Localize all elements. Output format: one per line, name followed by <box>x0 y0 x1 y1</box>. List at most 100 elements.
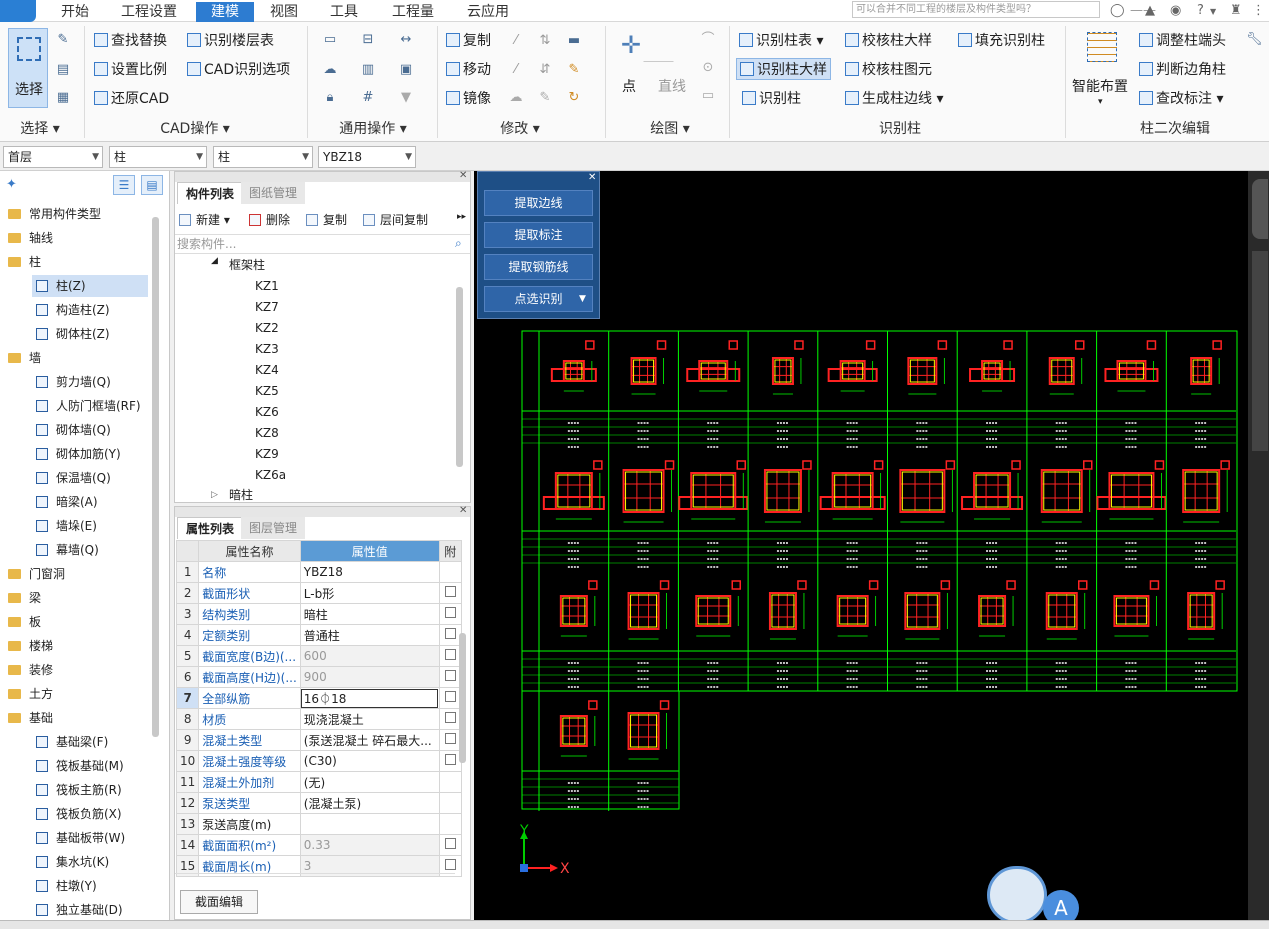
shirt-icon[interactable]: ♜ <box>1230 3 1242 18</box>
extract-edge-button[interactable]: 提取边线 <box>484 190 593 216</box>
tree-item[interactable]: 柱墩(Y) <box>32 875 148 897</box>
attach-checkbox[interactable] <box>438 687 462 709</box>
checkbox[interactable] <box>444 754 456 765</box>
tree-category[interactable]: 常用构件类型 <box>8 203 101 225</box>
section-edit-button[interactable]: 截面编辑 <box>180 890 258 914</box>
tree-item[interactable]: 基础梁(F) <box>32 731 148 753</box>
checkbox[interactable] <box>444 586 456 597</box>
component-item[interactable]: KZ6a <box>255 465 286 486</box>
attribute-value[interactable]: 900 <box>299 666 440 688</box>
menu-view[interactable]: 视图 <box>262 2 306 22</box>
attach-checkbox[interactable] <box>438 666 462 688</box>
save-icon[interactable]: ▬ <box>566 33 582 49</box>
attribute-value[interactable]: 16⏀18 <box>299 687 440 709</box>
smart-layout-button[interactable]: 智能布置 <box>1072 76 1128 98</box>
identify-column-button[interactable]: 识别柱 <box>742 88 801 110</box>
tree-item[interactable]: 筏板基础(M) <box>32 755 148 777</box>
component-select[interactable]: YBZ18 ▼ <box>318 146 416 168</box>
component-item[interactable]: KZ6 <box>255 402 279 423</box>
tree-category[interactable]: 门窗洞 <box>8 563 65 585</box>
pin-icon[interactable]: ✦ <box>6 177 17 192</box>
cloud-icon[interactable]: ☁ <box>322 62 338 78</box>
help-dropdown-icon[interactable]: ▼ <box>1210 7 1216 16</box>
more-icon[interactable]: ⋮ <box>1252 3 1265 18</box>
brush-icon[interactable]: ✎ <box>566 62 582 78</box>
copy-button[interactable]: 复制 <box>446 30 491 52</box>
component-item[interactable]: KZ2 <box>255 318 279 339</box>
list-view-icon[interactable]: ☰ <box>113 175 135 195</box>
component-item[interactable]: KZ4 <box>255 360 279 381</box>
floor-select[interactable]: 首层 ▼ <box>3 146 103 168</box>
line-button[interactable]: 直线 <box>658 76 686 98</box>
component-item[interactable]: KZ8 <box>255 423 279 444</box>
close-icon[interactable]: ✕ <box>459 505 467 516</box>
detail-view-icon[interactable]: ▤ <box>141 175 163 195</box>
attribute-scrollbar[interactable] <box>459 633 466 763</box>
collapse-icon[interactable]: ◢ <box>211 256 218 266</box>
group-frame-column[interactable]: 框架柱 <box>229 255 265 275</box>
column-icon[interactable]: ▥ <box>360 62 376 78</box>
menu-tools[interactable]: 工具 <box>322 2 366 22</box>
tree-item[interactable]: 集水坑(K) <box>32 851 148 873</box>
judge-corner-column-button[interactable]: 判断边角柱 <box>1139 59 1226 81</box>
point-identify-button[interactable]: 点选识别 ▼ <box>484 286 593 312</box>
attribute-value[interactable]: (泵送混凝土 碎石最大... <box>299 729 440 751</box>
attribute-row[interactable]: 6 截面高度(H边)(... 900 <box>175 666 462 688</box>
smart-layout-dropdown-icon[interactable]: ▾ <box>1098 97 1103 107</box>
attribute-row[interactable]: 10 混凝土强度等级 (C30) <box>175 750 462 772</box>
tree-item[interactable]: 砌体柱(Z) <box>32 323 148 345</box>
attach-checkbox[interactable] <box>438 771 462 793</box>
attribute-row[interactable]: 8 材质 现浇混凝土 <box>175 708 462 730</box>
extract-rebar-button[interactable]: 提取钢筋线 <box>484 254 593 280</box>
menu-quantity[interactable]: 工程量 <box>382 2 444 22</box>
select-button[interactable]: 选择 <box>8 28 48 108</box>
user-icon[interactable]: ◯ <box>1110 3 1125 18</box>
modify-annotation-button[interactable]: 查改标注 ▾ <box>1139 88 1223 110</box>
component-item[interactable]: KZ9 <box>255 444 279 465</box>
tree-item[interactable]: 柱(Z) <box>32 275 148 297</box>
property-list-icon[interactable]: ▦ <box>55 90 71 106</box>
tree-item[interactable]: 砌体加筋(Y) <box>32 443 148 465</box>
pick-icon[interactable]: ✎ <box>55 32 71 48</box>
tree-category[interactable]: 梁 <box>8 587 41 609</box>
tree-item[interactable]: 基础板带(W) <box>32 827 148 849</box>
merge-icon[interactable]: ⇵ <box>537 62 553 78</box>
edit-icon[interactable]: ✎ <box>537 90 553 106</box>
navigation-strip[interactable] <box>1248 171 1269 921</box>
grid-icon[interactable]: # <box>360 90 376 106</box>
rotate-icon[interactable]: ↻ <box>566 90 582 106</box>
group-modify-label[interactable]: 修改 ▾ <box>470 118 570 138</box>
tree-item[interactable]: 构造柱(Z) <box>32 299 148 321</box>
circle-icon[interactable]: ⊙ <box>700 60 716 76</box>
attribute-value[interactable]: L-b形 <box>299 582 440 604</box>
tree-category[interactable]: 柱 <box>8 251 41 273</box>
attribute-value[interactable]: (无) <box>299 771 440 793</box>
horizontal-scrollbar[interactable] <box>175 873 455 883</box>
filter-list-icon[interactable]: ▤ <box>55 62 71 78</box>
wrench-icon[interactable]: 🔧︎ <box>1246 32 1263 48</box>
rect-icon[interactable]: ▭ <box>700 88 716 104</box>
attribute-row[interactable]: 7 全部纵筋 16⏀18 <box>175 687 462 709</box>
attach-checkbox[interactable] <box>438 645 462 667</box>
check-column-element-button[interactable]: 校核柱图元 <box>845 59 932 81</box>
close-icon[interactable]: ✕ <box>588 172 596 183</box>
tree-item[interactable]: 墙垛(E) <box>32 515 148 537</box>
check-column-detail-button[interactable]: 校核柱大样 <box>845 30 932 52</box>
checkbox[interactable] <box>444 712 456 723</box>
checkbox[interactable] <box>444 691 456 702</box>
checkbox[interactable] <box>444 733 456 744</box>
lock-icon[interactable]: 🔒︎ <box>322 90 338 106</box>
checkbox[interactable] <box>444 670 456 681</box>
group-cad-label[interactable]: CAD操作 ▾ <box>140 118 250 138</box>
attribute-row[interactable]: 4 定额类别 普通柱 <box>175 624 462 646</box>
menu-project-settings[interactable]: 工程设置 <box>110 2 188 22</box>
extend-icon[interactable]: ⁄ <box>508 33 524 49</box>
nav-wheel-icon[interactable] <box>1252 179 1268 239</box>
help-search-input[interactable]: 可以合并不同工程的楼层及构件类型吗？ <box>852 1 1100 18</box>
more-tools-icon[interactable]: ▸▸ <box>457 212 466 222</box>
identify-column-table-button[interactable]: 识别柱表 ▾ <box>739 30 823 52</box>
attribute-row[interactable]: 3 结构类别 暗柱 <box>175 603 462 625</box>
type-select[interactable]: 柱 ▼ <box>109 146 207 168</box>
component-item[interactable]: KZ5 <box>255 381 279 402</box>
tree-category[interactable]: 基础 <box>8 707 53 729</box>
